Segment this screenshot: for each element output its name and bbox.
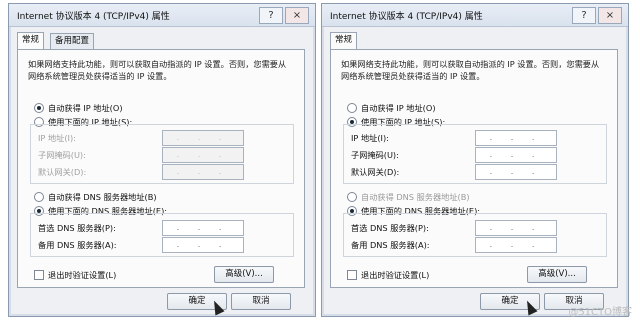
ip-address-label: IP 地址(I):	[38, 133, 76, 143]
dialog-title: Internet 协议版本 4 (TCP/IPv4) 属性	[330, 12, 483, 22]
close-button[interactable]: ×	[598, 7, 622, 24]
validate-on-exit-checkbox[interactable]: 退出时验证设置(L)	[347, 269, 429, 281]
validate-on-exit-checkbox[interactable]: 退出时验证设置(L)	[34, 269, 116, 281]
title-bar: Internet 协议版本 4 (TCP/IPv4) 属性 ? ×	[9, 4, 315, 27]
ip-address-label: IP 地址(I):	[351, 133, 389, 143]
title-bar: Internet 协议版本 4 (TCP/IPv4) 属性 ? ×	[322, 4, 628, 27]
auto-dns-label: 自动获得 DNS 服务器地址(B)	[48, 192, 157, 202]
general-panel: 如果网络支持此功能，则可以获取自动指派的 IP 设置。否则，您需要从网络系统管理…	[17, 49, 305, 288]
subnet-mask-label: 子网掩码(U):	[351, 150, 399, 160]
auto-dns-radio[interactable]: 自动获得 DNS 服务器地址(B)	[347, 191, 470, 203]
preferred-dns-label: 首选 DNS 服务器(P):	[351, 223, 429, 233]
auto-ip-radio[interactable]: 自动获得 IP 地址(O)	[34, 102, 123, 114]
advanced-button[interactable]: 高级(V)...	[527, 266, 587, 283]
checkbox-indicator	[347, 269, 357, 280]
description-text: 如果网络支持此功能，则可以获取自动指派的 IP 设置。否则，您需要从网络系统管理…	[28, 59, 287, 81]
radio-indicator	[347, 102, 357, 113]
checkbox-indicator	[34, 269, 44, 280]
default-gateway-field[interactable]: . . .	[162, 164, 244, 180]
alternate-dns-label: 备用 DNS 服务器(A):	[351, 240, 430, 250]
ip-address-field[interactable]: . . .	[162, 130, 244, 146]
auto-ip-label: 自动获得 IP 地址(O)	[361, 103, 436, 113]
help-button[interactable]: ?	[259, 7, 283, 24]
validate-on-exit-label: 退出时验证设置(L)	[361, 270, 430, 280]
dialog-title: Internet 协议版本 4 (TCP/IPv4) 属性	[17, 12, 170, 22]
alternate-dns-field[interactable]: . . .	[475, 237, 557, 253]
subnet-mask-field[interactable]: . . .	[162, 147, 244, 163]
advanced-button[interactable]: 高级(V)...	[214, 266, 274, 283]
tab-alternate-config[interactable]: 备用配置	[50, 33, 95, 49]
subnet-mask-label: 子网掩码(U):	[38, 150, 86, 160]
auto-dns-radio[interactable]: 自动获得 DNS 服务器地址(B)	[34, 191, 157, 203]
close-button[interactable]: ×	[285, 7, 309, 24]
preferred-dns-field[interactable]: . . .	[162, 220, 244, 236]
radio-indicator	[347, 191, 357, 202]
default-gateway-label: 默认网关(D):	[351, 167, 400, 177]
tcpipv4-properties-dialog-right: Internet 协议版本 4 (TCP/IPv4) 属性 ? × 常规 如果网…	[321, 3, 629, 317]
description-text: 如果网络支持此功能，则可以获取自动指派的 IP 设置。否则，您需要从网络系统管理…	[341, 59, 600, 81]
auto-ip-label: 自动获得 IP 地址(O)	[48, 103, 123, 113]
cancel-button[interactable]: 取消	[231, 293, 291, 310]
alternate-dns-label: 备用 DNS 服务器(A):	[38, 240, 117, 250]
auto-dns-label: 自动获得 DNS 服务器地址(B)	[361, 192, 470, 202]
alternate-dns-field[interactable]: . . .	[162, 237, 244, 253]
auto-ip-radio[interactable]: 自动获得 IP 地址(O)	[347, 102, 436, 114]
default-gateway-label: 默认网关(D):	[38, 167, 87, 177]
radio-indicator	[34, 191, 44, 202]
tab-general[interactable]: 常规	[330, 32, 358, 50]
validate-on-exit-label: 退出时验证设置(L)	[48, 270, 117, 280]
tab-general[interactable]: 常规	[17, 32, 45, 50]
subnet-mask-field[interactable]: . . .	[475, 147, 557, 163]
help-button[interactable]: ?	[572, 7, 596, 24]
watermark: @51CTO博客	[568, 307, 632, 318]
tcpipv4-properties-dialog-left: Internet 协议版本 4 (TCP/IPv4) 属性 ? × 常规 备用配…	[8, 3, 316, 317]
default-gateway-field[interactable]: . . .	[475, 164, 557, 180]
radio-indicator	[34, 102, 44, 113]
general-panel: 如果网络支持此功能，则可以获取自动指派的 IP 设置。否则，您需要从网络系统管理…	[330, 49, 618, 288]
preferred-dns-field[interactable]: . . .	[475, 220, 557, 236]
preferred-dns-label: 首选 DNS 服务器(P):	[38, 223, 116, 233]
ip-address-field[interactable]: . . .	[475, 130, 557, 146]
